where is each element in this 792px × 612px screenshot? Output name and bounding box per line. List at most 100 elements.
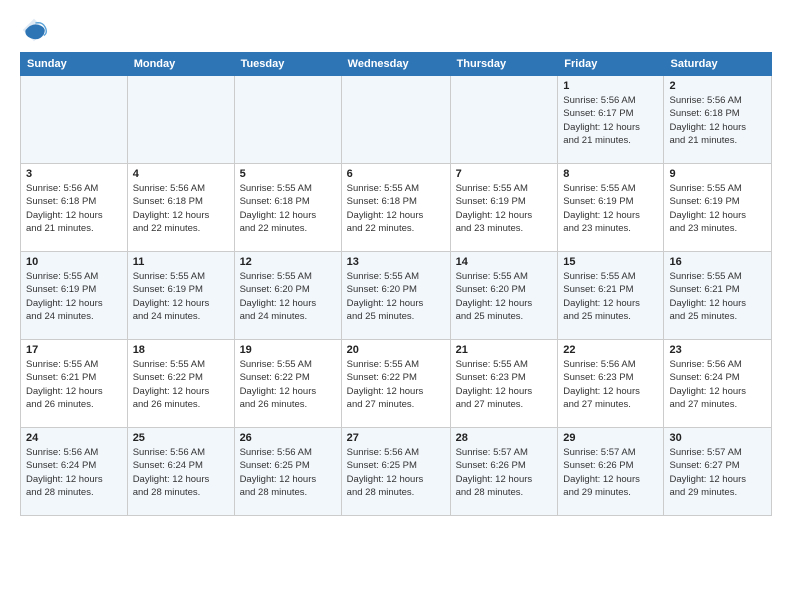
day-info: Sunrise: 5:55 AM Sunset: 6:19 PM Dayligh… (456, 182, 553, 235)
day-number: 12 (240, 256, 336, 268)
weekday-header-wednesday: Wednesday (341, 53, 450, 76)
day-info: Sunrise: 5:55 AM Sunset: 6:19 PM Dayligh… (133, 270, 229, 323)
day-info: Sunrise: 5:55 AM Sunset: 6:19 PM Dayligh… (26, 270, 122, 323)
day-info: Sunrise: 5:55 AM Sunset: 6:21 PM Dayligh… (26, 358, 122, 411)
day-cell: 12Sunrise: 5:55 AM Sunset: 6:20 PM Dayli… (234, 252, 341, 340)
day-number: 8 (563, 168, 658, 180)
weekday-header-row: SundayMondayTuesdayWednesdayThursdayFrid… (21, 53, 772, 76)
weekday-header-tuesday: Tuesday (234, 53, 341, 76)
day-cell: 21 Sunrise: 5:55 AM Sunset: 6:23 PM Dayli… (450, 340, 558, 428)
day-cell: 19Sunrise: 5:55 AM Sunset: 6:22 PM Dayli… (234, 340, 341, 428)
day-cell: 14 Sunrise: 5:55 AM Sunset: 6:20 PM Dayli… (450, 252, 558, 340)
logo (20, 16, 52, 44)
day-info: Sunrise: 5:55 AM Sunset: 6:22 PM Dayligh… (133, 358, 229, 411)
day-cell (127, 76, 234, 164)
day-number: 14 (456, 256, 553, 268)
day-number: 7 (456, 168, 553, 180)
day-cell: 10 Sunrise: 5:55 AM Sunset: 6:19 PM Dayli… (21, 252, 128, 340)
day-number: 29 (563, 432, 658, 444)
day-cell: 27 Sunrise: 5:56 AM Sunset: 6:25 PM Dayli… (341, 428, 450, 516)
week-row-5: 24 Sunrise: 5:56 AM Sunset: 6:24 PM Dayli… (21, 428, 772, 516)
day-info: Sunrise: 5:55 AM Sunset: 6:21 PM Dayligh… (563, 270, 658, 323)
weekday-header-thursday: Thursday (450, 53, 558, 76)
day-number: 16 (669, 256, 766, 268)
day-cell: 17 Sunrise: 5:55 AM Sunset: 6:21 PM Dayli… (21, 340, 128, 428)
day-info: Sunrise: 5:56 AM Sunset: 6:17 PM Dayligh… (563, 94, 658, 147)
day-number: 21 (456, 344, 553, 356)
day-cell: 8Sunrise: 5:55 AM Sunset: 6:19 PM Daylig… (558, 164, 664, 252)
day-cell: 16 Sunrise: 5:55 AM Sunset: 6:21 PM Dayli… (664, 252, 772, 340)
day-info: Sunrise: 5:55 AM Sunset: 6:18 PM Dayligh… (347, 182, 445, 235)
day-info: Sunrise: 5:57 AM Sunset: 6:27 PM Dayligh… (669, 446, 766, 499)
day-info: Sunrise: 5:56 AM Sunset: 6:24 PM Dayligh… (133, 446, 229, 499)
day-number: 13 (347, 256, 445, 268)
day-cell: 5 Sunrise: 5:55 AM Sunset: 6:18 PM Daylig… (234, 164, 341, 252)
day-number: 28 (456, 432, 553, 444)
day-info: Sunrise: 5:56 AM Sunset: 6:25 PM Dayligh… (347, 446, 445, 499)
day-number: 17 (26, 344, 122, 356)
day-info: Sunrise: 5:55 AM Sunset: 6:18 PM Dayligh… (240, 182, 336, 235)
day-info: Sunrise: 5:56 AM Sunset: 6:18 PM Dayligh… (669, 94, 766, 147)
day-info: Sunrise: 5:56 AM Sunset: 6:18 PM Dayligh… (133, 182, 229, 235)
day-cell: 13 Sunrise: 5:55 AM Sunset: 6:20 PM Dayli… (341, 252, 450, 340)
day-cell: 29 Sunrise: 5:57 AM Sunset: 6:26 PM Dayli… (558, 428, 664, 516)
day-number: 3 (26, 168, 122, 180)
day-number: 15 (563, 256, 658, 268)
day-info: Sunrise: 5:57 AM Sunset: 6:26 PM Dayligh… (456, 446, 553, 499)
day-cell (341, 76, 450, 164)
day-cell: 18 Sunrise: 5:55 AM Sunset: 6:22 PM Dayli… (127, 340, 234, 428)
weekday-header-friday: Friday (558, 53, 664, 76)
day-cell: 4 Sunrise: 5:56 AM Sunset: 6:18 PM Daylig… (127, 164, 234, 252)
day-number: 22 (563, 344, 658, 356)
day-info: Sunrise: 5:56 AM Sunset: 6:25 PM Dayligh… (240, 446, 336, 499)
week-row-1: 1Sunrise: 5:56 AM Sunset: 6:17 PM Daylig… (21, 76, 772, 164)
day-cell: 2Sunrise: 5:56 AM Sunset: 6:18 PM Daylig… (664, 76, 772, 164)
day-number: 4 (133, 168, 229, 180)
weekday-header-sunday: Sunday (21, 53, 128, 76)
weekday-header-monday: Monday (127, 53, 234, 76)
day-number: 10 (26, 256, 122, 268)
calendar: SundayMondayTuesdayWednesdayThursdayFrid… (20, 52, 772, 516)
day-cell: 23Sunrise: 5:56 AM Sunset: 6:24 PM Dayli… (664, 340, 772, 428)
day-number: 20 (347, 344, 445, 356)
day-number: 27 (347, 432, 445, 444)
day-cell (21, 76, 128, 164)
day-info: Sunrise: 5:55 AM Sunset: 6:20 PM Dayligh… (347, 270, 445, 323)
day-info: Sunrise: 5:55 AM Sunset: 6:22 PM Dayligh… (347, 358, 445, 411)
day-cell: 1Sunrise: 5:56 AM Sunset: 6:17 PM Daylig… (558, 76, 664, 164)
day-info: Sunrise: 5:55 AM Sunset: 6:23 PM Dayligh… (456, 358, 553, 411)
day-number: 18 (133, 344, 229, 356)
day-info: Sunrise: 5:55 AM Sunset: 6:21 PM Dayligh… (669, 270, 766, 323)
header (20, 16, 772, 44)
day-number: 5 (240, 168, 336, 180)
day-number: 30 (669, 432, 766, 444)
day-info: Sunrise: 5:57 AM Sunset: 6:26 PM Dayligh… (563, 446, 658, 499)
day-info: Sunrise: 5:56 AM Sunset: 6:23 PM Dayligh… (563, 358, 658, 411)
day-cell: 30 Sunrise: 5:57 AM Sunset: 6:27 PM Dayli… (664, 428, 772, 516)
day-cell: 15 Sunrise: 5:55 AM Sunset: 6:21 PM Dayli… (558, 252, 664, 340)
day-cell: 26 Sunrise: 5:56 AM Sunset: 6:25 PM Dayli… (234, 428, 341, 516)
week-row-2: 3 Sunrise: 5:56 AM Sunset: 6:18 PM Daylig… (21, 164, 772, 252)
logo-icon (20, 16, 48, 44)
day-number: 6 (347, 168, 445, 180)
day-number: 26 (240, 432, 336, 444)
day-cell: 7 Sunrise: 5:55 AM Sunset: 6:19 PM Daylig… (450, 164, 558, 252)
day-info: Sunrise: 5:56 AM Sunset: 6:18 PM Dayligh… (26, 182, 122, 235)
week-row-3: 10 Sunrise: 5:55 AM Sunset: 6:19 PM Dayli… (21, 252, 772, 340)
day-info: Sunrise: 5:56 AM Sunset: 6:24 PM Dayligh… (26, 446, 122, 499)
day-cell: 20 Sunrise: 5:55 AM Sunset: 6:22 PM Dayli… (341, 340, 450, 428)
day-number: 25 (133, 432, 229, 444)
day-number: 24 (26, 432, 122, 444)
day-info: Sunrise: 5:55 AM Sunset: 6:20 PM Dayligh… (456, 270, 553, 323)
day-cell (234, 76, 341, 164)
day-cell: 25 Sunrise: 5:56 AM Sunset: 6:24 PM Dayli… (127, 428, 234, 516)
day-info: Sunrise: 5:55 AM Sunset: 6:22 PM Dayligh… (240, 358, 336, 411)
day-info: Sunrise: 5:56 AM Sunset: 6:24 PM Dayligh… (669, 358, 766, 411)
day-cell: 6 Sunrise: 5:55 AM Sunset: 6:18 PM Daylig… (341, 164, 450, 252)
day-cell: 22 Sunrise: 5:56 AM Sunset: 6:23 PM Dayli… (558, 340, 664, 428)
day-cell: 3 Sunrise: 5:56 AM Sunset: 6:18 PM Daylig… (21, 164, 128, 252)
day-cell: 24 Sunrise: 5:56 AM Sunset: 6:24 PM Dayli… (21, 428, 128, 516)
day-cell: 11Sunrise: 5:55 AM Sunset: 6:19 PM Dayli… (127, 252, 234, 340)
day-cell: 28 Sunrise: 5:57 AM Sunset: 6:26 PM Dayli… (450, 428, 558, 516)
week-row-4: 17 Sunrise: 5:55 AM Sunset: 6:21 PM Dayli… (21, 340, 772, 428)
